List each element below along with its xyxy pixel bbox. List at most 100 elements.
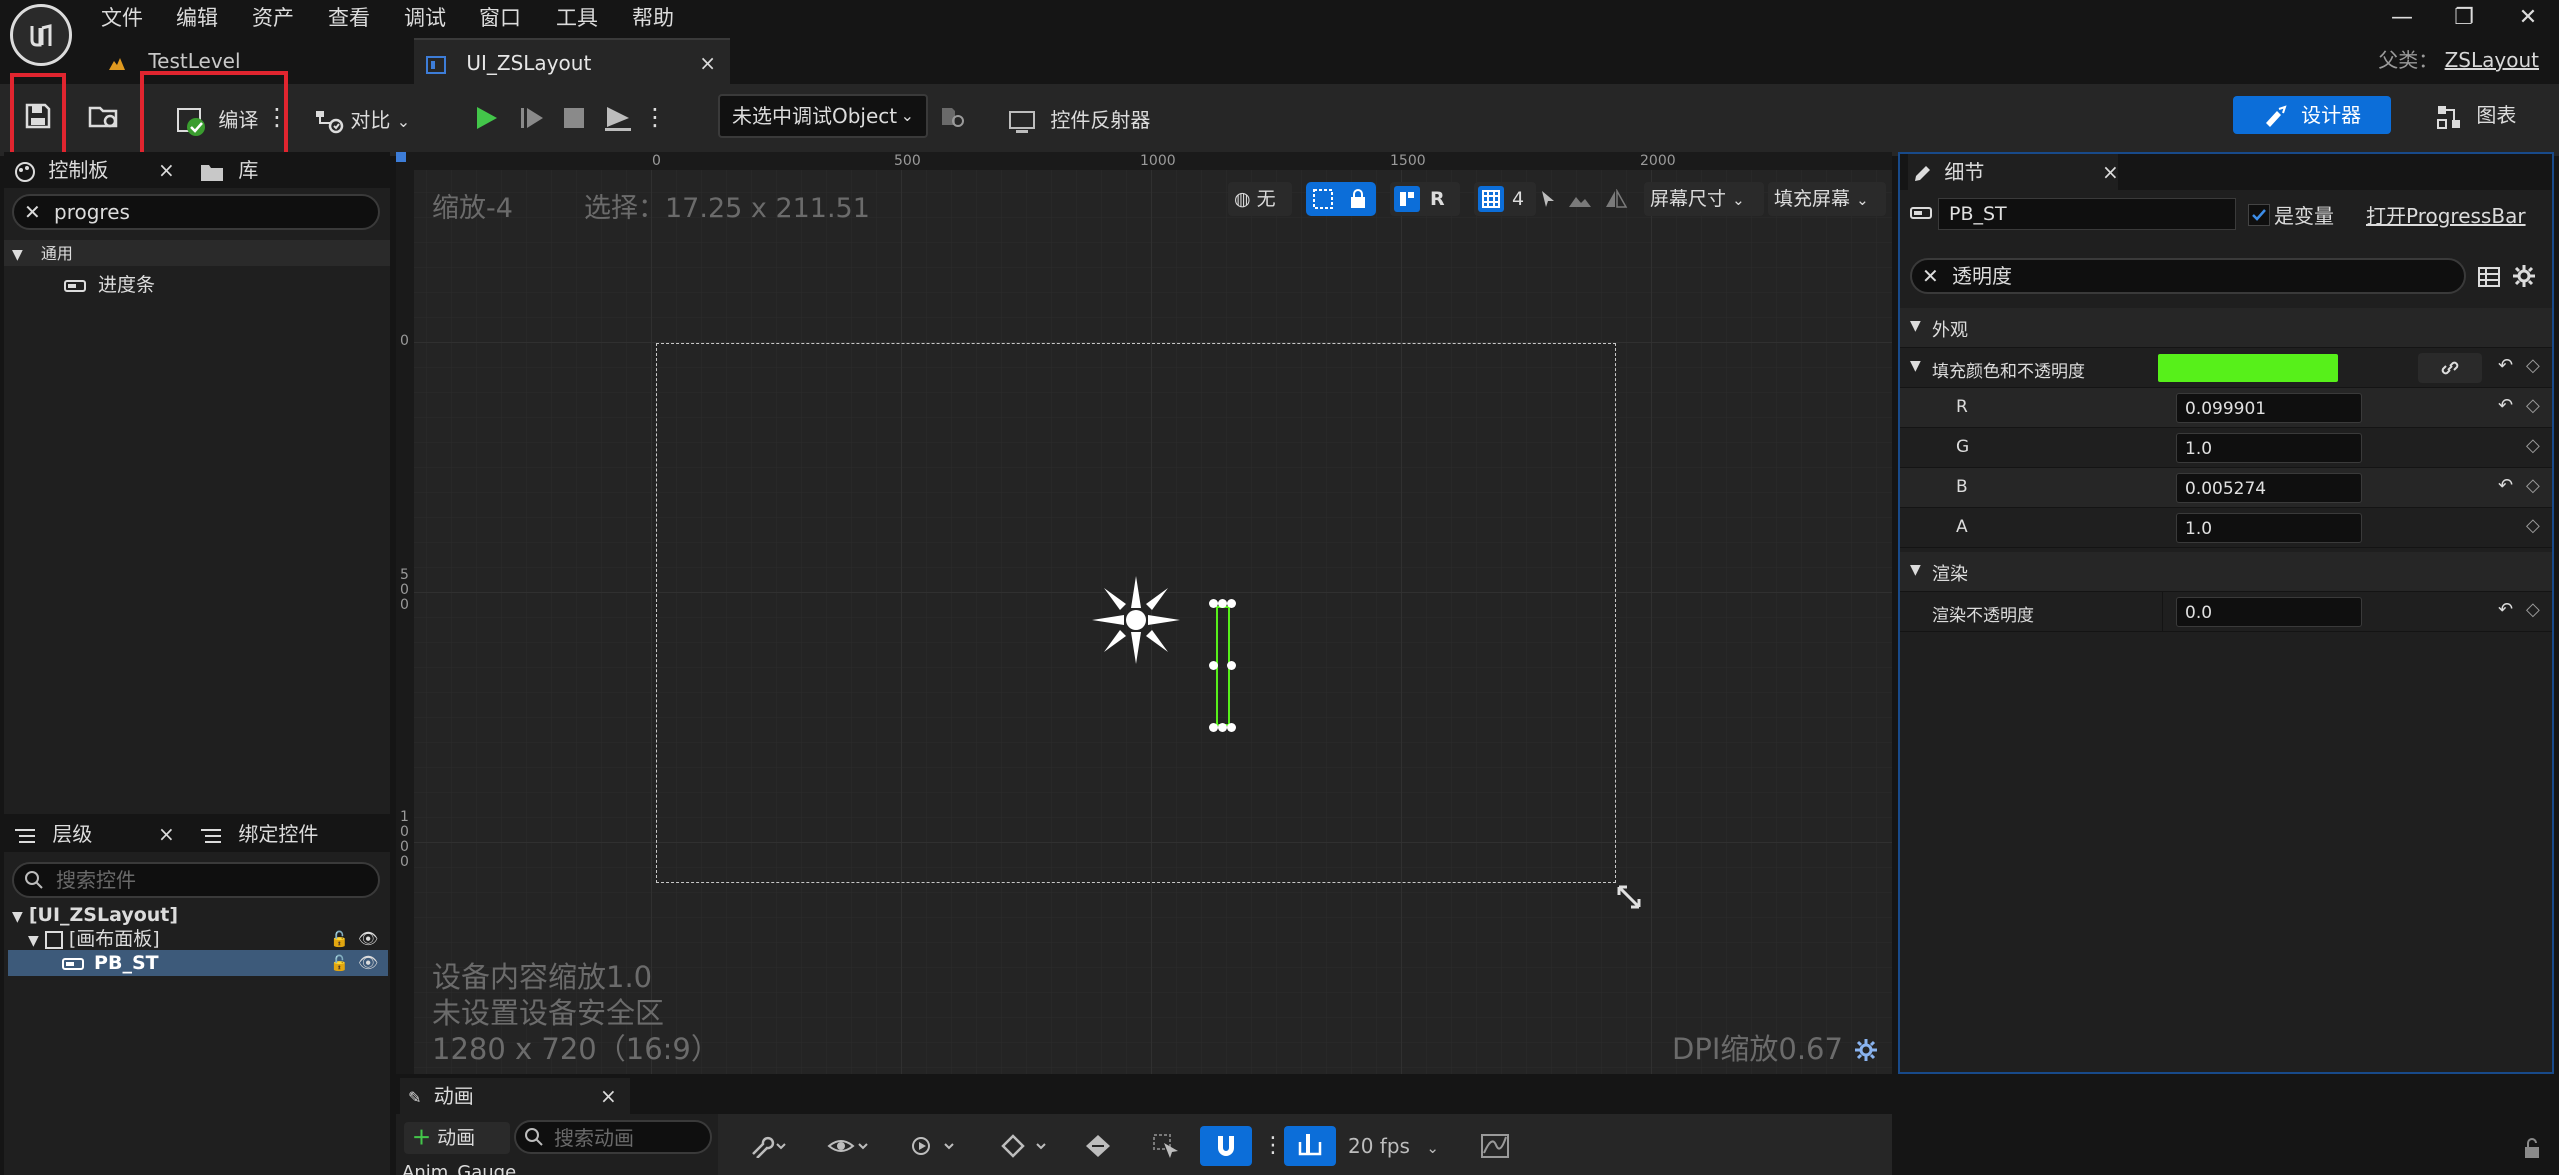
selection-handle[interactable]	[1218, 723, 1227, 732]
keyframe-diamond-icon[interactable]: ◇	[2526, 355, 2540, 376]
browse-asset-icon[interactable]	[84, 96, 124, 136]
close-window-button[interactable]: ✕	[2508, 2, 2548, 34]
snap-options-icon[interactable]: ⋮	[1262, 1130, 1284, 1162]
diff-button[interactable]: 对比 ⌄	[314, 96, 422, 144]
section-appearance[interactable]: ▼ 外观	[1900, 308, 2552, 348]
reset-arrow-icon[interactable]: ↶	[2498, 475, 2513, 496]
menu-help[interactable]: 帮助	[632, 2, 674, 34]
palette-category-common[interactable]: ▼ 通用	[4, 240, 390, 266]
widget-name-input[interactable]: PB_ST	[1938, 198, 2236, 230]
curve-editor-icon[interactable]	[1476, 1130, 1514, 1162]
compile-button[interactable]: 编译	[176, 96, 276, 144]
restore-button[interactable]: ❐	[2444, 2, 2484, 34]
grid-snap-toggle[interactable]: 4	[1474, 182, 1536, 216]
selection-handle[interactable]	[1209, 599, 1218, 608]
menu-view[interactable]: 查看	[328, 2, 370, 34]
collapse-arrow-icon[interactable]: ▼	[1910, 358, 1921, 374]
wrench-icon[interactable]	[744, 1130, 794, 1162]
tab-animation[interactable]: ✎ 动画 ×	[400, 1078, 630, 1114]
lock-icon[interactable]: 🔓	[330, 950, 349, 976]
selection-handle[interactable]	[1218, 599, 1227, 608]
keyframe-diamond-icon[interactable]: ◇	[2526, 395, 2540, 416]
channel-b-input[interactable]: 0.005274	[2176, 473, 2362, 503]
clear-search-icon[interactable]: ✕	[1922, 260, 1939, 292]
channel-g-input[interactable]: 1.0	[2176, 433, 2362, 463]
tab-library[interactable]: 库	[200, 152, 300, 188]
graph-button[interactable]: 图表	[2436, 96, 2546, 134]
fill-color-swatch[interactable]	[2158, 354, 2338, 382]
widget-reflector-button[interactable]: 控件反射器	[1008, 96, 1198, 144]
channel-r-input[interactable]: 0.099901	[2176, 393, 2362, 423]
preview-image-icon[interactable]	[1566, 186, 1594, 212]
debug-object-select[interactable]: 未选中调试Object ⌄	[718, 94, 928, 138]
respect-locks-toggle[interactable]: R	[1390, 182, 1460, 216]
selection-tool-icon[interactable]	[1148, 1130, 1184, 1162]
tab-palette[interactable]: 控制板 ×	[14, 152, 186, 188]
tab-hierarchy[interactable]: 层级 ×	[14, 816, 186, 852]
table-view-icon[interactable]	[2476, 264, 2502, 290]
snap-to-frames-icon[interactable]	[1284, 1126, 1336, 1166]
tab-bind-widgets[interactable]: 绑定控件	[200, 816, 380, 852]
unreal-logo-icon[interactable]	[10, 4, 72, 66]
gear-icon[interactable]	[1852, 1036, 1880, 1064]
eye-icon[interactable]: 👁	[358, 926, 378, 952]
palette-item-progressbar[interactable]: 进度条	[64, 272, 364, 298]
keyframe-diamond-icon[interactable]: ◇	[2526, 515, 2540, 536]
stop-icon[interactable]	[554, 98, 594, 138]
fps-dropdown[interactable]: 20 fps ⌄	[1348, 1130, 1448, 1162]
selection-handle[interactable]	[1227, 599, 1236, 608]
resize-handle-icon[interactable]	[1614, 882, 1644, 912]
tab-ui-zslayout[interactable]: UI_ZSLayout ×	[414, 38, 730, 86]
selection-handle[interactable]	[1209, 661, 1218, 670]
snap-magnet-icon[interactable]	[1200, 1126, 1252, 1166]
menu-window[interactable]: 窗口	[479, 2, 521, 34]
close-icon[interactable]: ×	[2102, 154, 2119, 190]
eye-icon[interactable]: 👁	[358, 950, 378, 976]
open-progressbar-link[interactable]: 打开ProgressBar	[2366, 200, 2526, 229]
details-search-input[interactable]: ✕ 透明度	[1910, 258, 2466, 294]
debug-select-icon[interactable]	[936, 100, 970, 134]
play-icon[interactable]	[466, 98, 506, 138]
anchor-icon[interactable]	[1086, 570, 1186, 670]
settings-gear-icon[interactable]	[2510, 262, 2538, 290]
snap-toggle[interactable]	[1306, 182, 1376, 216]
tab-close-icon[interactable]: ×	[699, 40, 716, 86]
reset-arrow-icon[interactable]: ↶	[2498, 395, 2513, 416]
play-settings-icon[interactable]	[904, 1130, 960, 1162]
eject-icon[interactable]	[598, 98, 638, 138]
save-icon[interactable]	[20, 96, 56, 136]
hierarchy-row-root[interactable]: ▼ [UI_ZSLayout]	[8, 902, 388, 928]
compile-options-icon[interactable]: ⋮	[265, 100, 289, 134]
menu-assets[interactable]: 资产	[252, 2, 294, 34]
minimize-button[interactable]: —	[2382, 2, 2422, 34]
hierarchy-row-pb-st[interactable]: PB_ST 🔓 👁	[8, 950, 388, 976]
lock-icon[interactable]: 🔓	[330, 926, 349, 952]
background-toggle[interactable]: ◍ 无	[1228, 182, 1292, 216]
menu-debug[interactable]: 调试	[404, 2, 446, 34]
keyframe-diamond-icon[interactable]: ◇	[2526, 435, 2540, 456]
add-animation-button[interactable]: ＋ 动画	[404, 1122, 510, 1154]
close-icon[interactable]: ×	[158, 152, 175, 188]
close-icon[interactable]: ×	[158, 816, 175, 852]
key-diamond-icon[interactable]	[996, 1130, 1052, 1162]
reset-arrow-icon[interactable]: ↶	[2498, 355, 2513, 376]
selection-handle[interactable]	[1209, 723, 1218, 732]
tab-details[interactable]: 细节 ×	[1908, 154, 2119, 190]
menu-edit[interactable]: 编辑	[176, 2, 218, 34]
animation-search-input[interactable]: 搜索动画	[514, 1120, 712, 1154]
designer-button[interactable]: 设计器	[2233, 96, 2391, 134]
keyframe-diamond-icon[interactable]: ◇	[2526, 599, 2540, 620]
cursor-icon[interactable]	[1536, 186, 1560, 212]
step-icon[interactable]	[512, 98, 552, 138]
flip-icon[interactable]	[1602, 186, 1630, 212]
fill-screen-dropdown[interactable]: 填充屏幕 ⌄	[1768, 182, 1886, 216]
channel-a-input[interactable]: 1.0	[2176, 513, 2362, 543]
render-opacity-input[interactable]: 0.0	[2176, 597, 2362, 627]
clear-search-icon[interactable]: ✕	[24, 196, 41, 228]
is-variable-checkbox[interactable]	[2248, 204, 2270, 226]
menu-file[interactable]: 文件	[101, 2, 143, 34]
close-icon[interactable]: ×	[600, 1078, 617, 1114]
view-eye-icon[interactable]	[824, 1130, 874, 1162]
screen-size-dropdown[interactable]: 屏幕尺寸 ⌄	[1644, 182, 1764, 216]
hierarchy-row-canvas[interactable]: ▼ [画布面板] 🔓 👁	[8, 926, 388, 952]
